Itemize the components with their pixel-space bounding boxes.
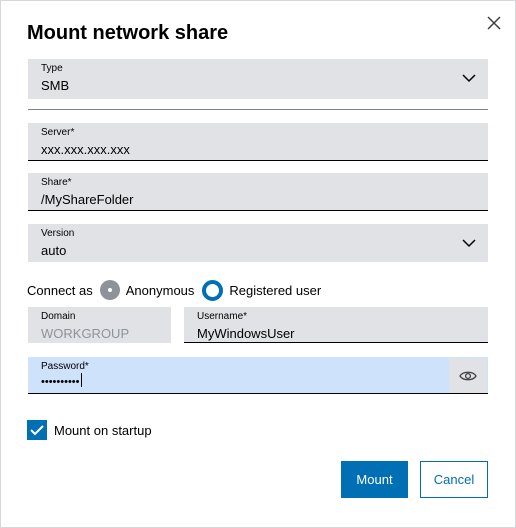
registered-user-label: Registered user: [229, 282, 322, 298]
version-value: auto: [41, 243, 67, 258]
password-label: Password*: [41, 361, 89, 372]
share-value: /MyShareFolder: [41, 192, 134, 207]
server-value: xxx.xxx.xxx.xxx: [41, 142, 130, 157]
share-label: Share*: [41, 177, 72, 188]
domain-input: Domain WORKGROUP: [28, 307, 171, 343]
chevron-down-icon: [462, 239, 476, 248]
mount-on-startup-label: Mount on startup: [54, 423, 152, 438]
share-input[interactable]: Share* /MyShareFolder: [28, 173, 488, 211]
anonymous-radio[interactable]: [99, 280, 120, 300]
username-label: Username*: [197, 311, 248, 322]
server-input[interactable]: Server* xxx.xxx.xxx.xxx: [28, 123, 488, 161]
connect-as-label: Connect as: [27, 282, 93, 298]
type-divider: [28, 109, 488, 110]
checkmark-icon: [30, 425, 44, 436]
type-select[interactable]: Type SMB: [28, 59, 488, 99]
type-value: SMB: [41, 78, 70, 93]
registered-user-radio[interactable]: [202, 279, 224, 301]
close-button[interactable]: [483, 12, 505, 34]
password-input[interactable]: Password* ••••••••••: [28, 357, 488, 394]
mount-network-share-dialog: Mount network share Type SMB Server* xxx…: [0, 0, 516, 528]
chevron-down-icon: [462, 74, 476, 83]
cancel-button[interactable]: Cancel: [420, 461, 488, 498]
mount-on-startup-checkbox[interactable]: [27, 420, 47, 440]
version-label: Version: [41, 228, 75, 239]
domain-value: WORKGROUP: [41, 326, 130, 341]
mount-button[interactable]: Mount: [341, 461, 408, 498]
close-icon: [487, 16, 501, 30]
type-label: Type: [41, 63, 63, 74]
show-password-button[interactable]: [449, 358, 487, 393]
username-input[interactable]: Username* MyWindowsUser: [184, 307, 488, 343]
password-value: ••••••••••: [41, 373, 82, 388]
anonymous-label: Anonymous: [125, 282, 195, 298]
version-select[interactable]: Version auto: [28, 224, 488, 262]
username-value: MyWindowsUser: [197, 326, 295, 341]
connect-as-group: Connect as Anonymous Registered user: [27, 279, 321, 301]
eye-icon: [459, 371, 477, 380]
dialog-title: Mount network share: [27, 22, 229, 44]
domain-label: Domain: [41, 311, 76, 322]
server-label: Server*: [41, 127, 75, 138]
